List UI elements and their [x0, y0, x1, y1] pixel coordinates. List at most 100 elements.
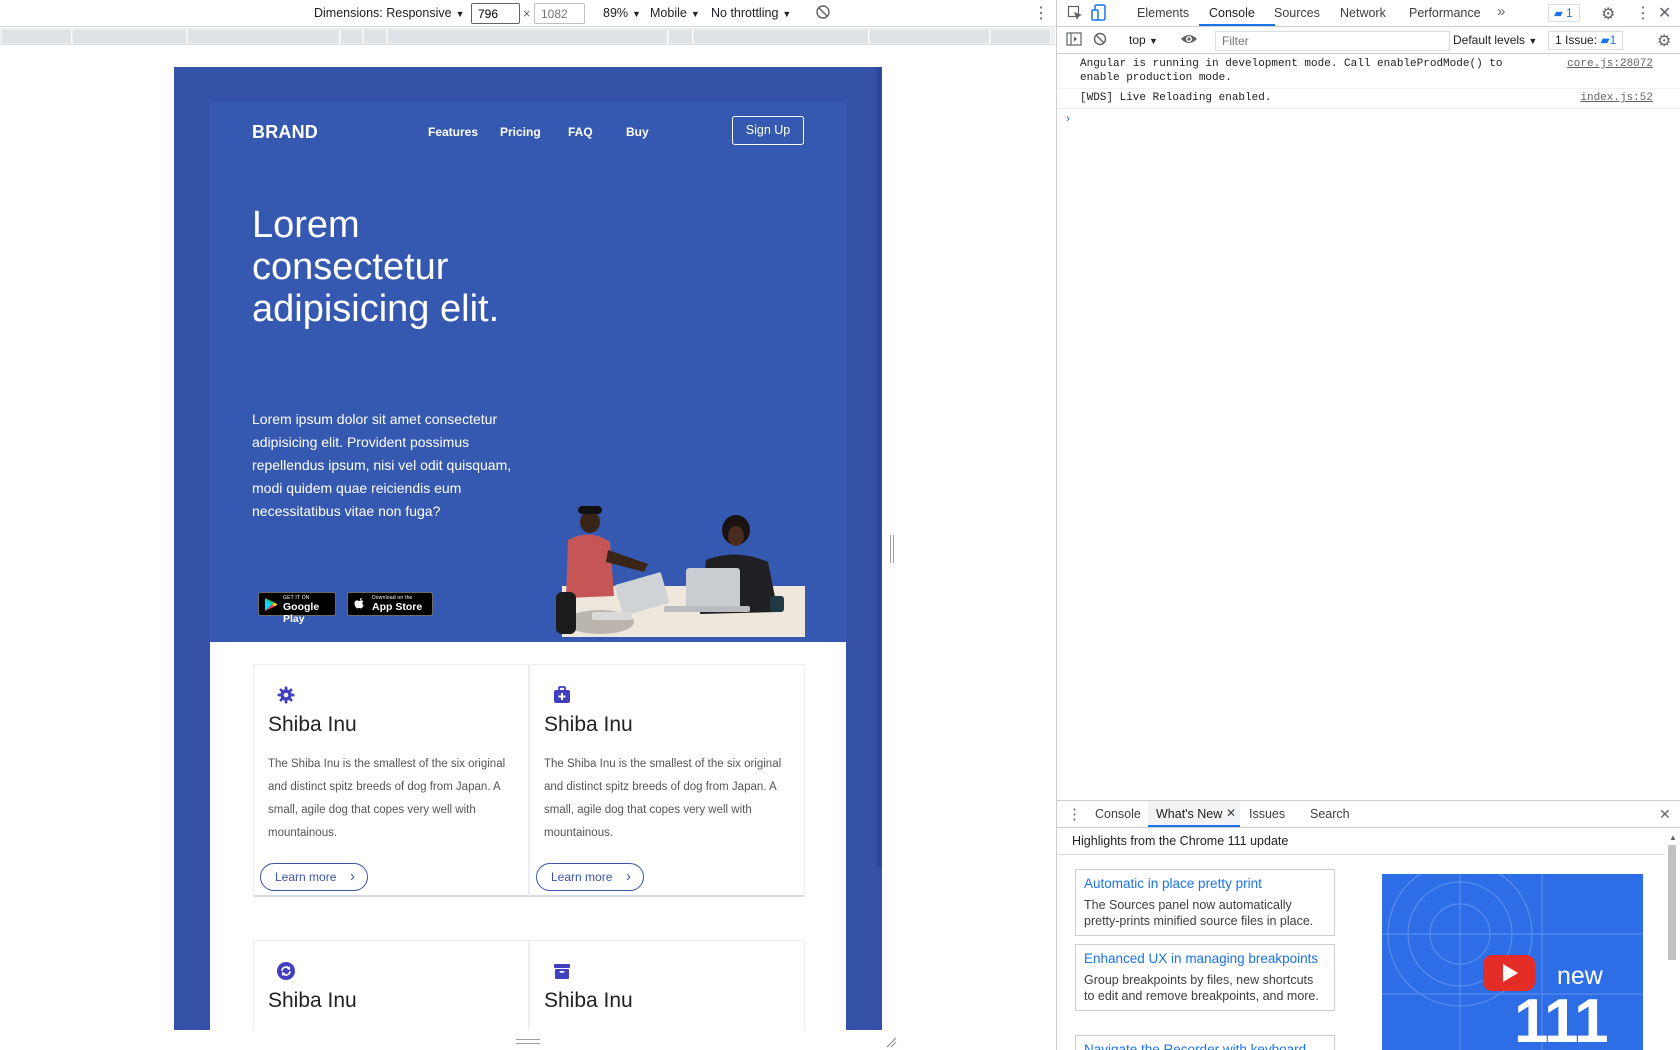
inspect-element-icon[interactable] — [1067, 5, 1083, 24]
dimensions-select[interactable]: Dimensions: Responsive ▼ — [314, 6, 464, 20]
feature-card: Shiba Inu — [253, 940, 529, 1030]
caret-down-icon: ▼ — [690, 9, 700, 19]
console-settings-gear-icon[interactable]: ⚙ — [1657, 31, 1671, 51]
app-store-badge[interactable]: Download on the App Store — [347, 592, 433, 616]
nav-pricing[interactable]: Pricing — [500, 125, 541, 139]
medkit-icon — [552, 685, 572, 705]
console-filter-input[interactable] — [1215, 31, 1450, 51]
log-levels-select[interactable]: Default levels ▼ — [1453, 33, 1537, 47]
resize-handle-right[interactable] — [890, 535, 894, 563]
drawer-tab-whats-new[interactable]: What's New — [1156, 807, 1222, 821]
log-levels-label: Default levels — [1453, 33, 1526, 47]
device-type-select[interactable]: Mobile ▼ — [650, 6, 700, 20]
scroll-up-arrow-icon[interactable]: ▲ — [1669, 833, 1677, 842]
zoom-select[interactable]: 89% ▼ — [603, 6, 641, 20]
device-type-label: Mobile — [650, 6, 687, 20]
hero-section: BRAND Features Pricing FAQ Buy Sign Up L… — [210, 102, 846, 642]
tab-performance[interactable]: Performance — [1409, 6, 1481, 20]
chevron-right-icon: › — [626, 868, 631, 885]
whats-new-heading: Highlights from the Chrome 111 update — [1072, 834, 1289, 848]
archive-icon — [552, 961, 572, 981]
width-input[interactable] — [471, 3, 520, 24]
whats-new-card[interactable]: Enhanced UX in managing breakpoints Grou… — [1075, 944, 1335, 1011]
signup-button[interactable]: Sign Up — [732, 116, 804, 145]
close-drawer-icon[interactable]: ✕ — [1659, 806, 1671, 823]
console-prompt-chevron-icon[interactable]: › — [1066, 111, 1070, 125]
nav-buy[interactable]: Buy — [626, 125, 649, 139]
feature-title: Shiba Inu — [268, 713, 357, 736]
more-options-icon[interactable]: ⋮ — [1033, 3, 1049, 23]
console-message-text: Angular is running in development mode. … — [1080, 58, 1503, 84]
scroll-thumb[interactable] — [1668, 845, 1676, 960]
console-messages: Angular is running in development mode. … — [1057, 55, 1680, 109]
learn-more-button[interactable]: Learn more › — [536, 863, 644, 891]
viewport-area: BRAND Features Pricing FAQ Buy Sign Up L… — [0, 45, 1055, 1050]
resize-handle-corner[interactable] — [885, 1035, 897, 1048]
whats-new-card-title[interactable]: Navigate the Recorder with keyboard — [1084, 1041, 1326, 1050]
tab-elements[interactable]: Elements — [1137, 6, 1189, 20]
feature-title: Shiba Inu — [544, 713, 633, 736]
resize-handle-bottom[interactable] — [516, 1039, 540, 1044]
feature-card: Shiba Inu The Shiba Inu is the smallest … — [253, 664, 529, 897]
console-toolbar: top ▼ Default levels ▼ 1 Issue: ▰1 ⚙ — [1057, 28, 1680, 54]
caret-down-icon: ▼ — [782, 9, 792, 19]
drawer-tab-search[interactable]: Search — [1310, 807, 1350, 821]
tab-sources[interactable]: Sources — [1274, 6, 1320, 20]
message-count: 1 — [1566, 8, 1573, 20]
google-play-badge[interactable]: GET IT ON Google Play — [258, 592, 336, 625]
tab-network[interactable]: Network — [1340, 6, 1386, 20]
hero-text: Lorem ipsum dolor sit amet consectetur a… — [252, 411, 512, 519]
console-message: Angular is running in development mode. … — [1057, 55, 1680, 89]
console-message-source-link[interactable]: core.js:28072 — [1567, 57, 1653, 71]
feature-title: Shiba Inu — [544, 989, 633, 1012]
more-tabs-icon[interactable]: » — [1497, 3, 1505, 20]
console-message-source-link[interactable]: index.js:52 — [1580, 91, 1653, 105]
height-input[interactable] — [534, 3, 585, 24]
brand-logo[interactable]: BRAND — [252, 122, 318, 143]
device-toggle-icon[interactable] — [1091, 4, 1107, 25]
clear-console-icon[interactable] — [1093, 32, 1107, 49]
device-frame: BRAND Features Pricing FAQ Buy Sign Up L… — [174, 67, 882, 1030]
whats-new-card-title[interactable]: Enhanced UX in managing breakpoints — [1084, 950, 1326, 968]
active-drawer-tab-indicator — [1148, 825, 1240, 827]
close-tab-icon[interactable]: ✕ — [1226, 806, 1236, 820]
nav-features[interactable]: Features — [428, 125, 478, 139]
live-expression-eye-icon[interactable] — [1180, 32, 1198, 49]
throttling-select[interactable]: No throttling ▼ — [711, 6, 791, 20]
drawer-tab-console[interactable]: Console — [1095, 807, 1141, 821]
landing-page: BRAND Features Pricing FAQ Buy Sign Up L… — [210, 102, 846, 1030]
drawer-scrollbar[interactable]: ▲ — [1666, 833, 1678, 1050]
whats-new-card[interactable]: Navigate the Recorder with keyboard — [1075, 1035, 1335, 1050]
message-icon: ▰ — [1554, 8, 1563, 20]
context-select[interactable]: top ▼ — [1129, 33, 1158, 47]
close-devtools-icon[interactable]: ✕ — [1658, 3, 1671, 23]
rotate-icon[interactable] — [815, 4, 831, 23]
tab-console[interactable]: Console — [1209, 6, 1255, 20]
times-sign: × — [523, 7, 531, 21]
sidebar-toggle-icon[interactable] — [1066, 32, 1082, 49]
drawer-menu-icon[interactable]: ⋮ — [1067, 805, 1082, 823]
feature-title: Shiba Inu — [268, 989, 357, 1012]
whats-new-video-thumbnail[interactable]: new 111 — [1382, 874, 1643, 1050]
gear-icon — [276, 685, 296, 705]
device-scrollbar[interactable] — [877, 67, 881, 867]
hero-title: Lorem consectetur adipisicing elit. — [252, 204, 500, 330]
nav-faq[interactable]: FAQ — [568, 125, 593, 139]
drawer-tabbar: ⋮ Console What's New ✕ Issues Search ✕ — [1057, 801, 1680, 828]
whats-new-card[interactable]: Automatic in place pretty print The Sour… — [1075, 869, 1335, 936]
learn-more-label: Learn more — [551, 870, 613, 884]
media-query-ruler[interactable] — [0, 28, 1055, 45]
messages-badge[interactable]: ▰ 1 — [1548, 4, 1580, 22]
issues-counter[interactable]: 1 Issue: ▰1 — [1548, 31, 1624, 50]
throttling-label: No throttling — [711, 6, 779, 20]
learn-more-button[interactable]: Learn more › — [260, 863, 368, 891]
feature-text: The Shiba Inu is the smallest of the six… — [268, 758, 506, 839]
feature-card: Shiba Inu The Shiba Inu is the smallest … — [529, 664, 805, 897]
settings-gear-icon[interactable]: ⚙ — [1601, 4, 1615, 24]
customize-menu-icon[interactable]: ⋮ — [1635, 3, 1651, 23]
dimensions-label: Dimensions: Responsive — [314, 6, 452, 20]
video-version-number: 111 — [1514, 987, 1609, 1050]
drawer-tab-issues[interactable]: Issues — [1249, 807, 1285, 821]
whats-new-card-title[interactable]: Automatic in place pretty print — [1084, 875, 1326, 893]
app-store-large: App Store — [372, 601, 423, 613]
